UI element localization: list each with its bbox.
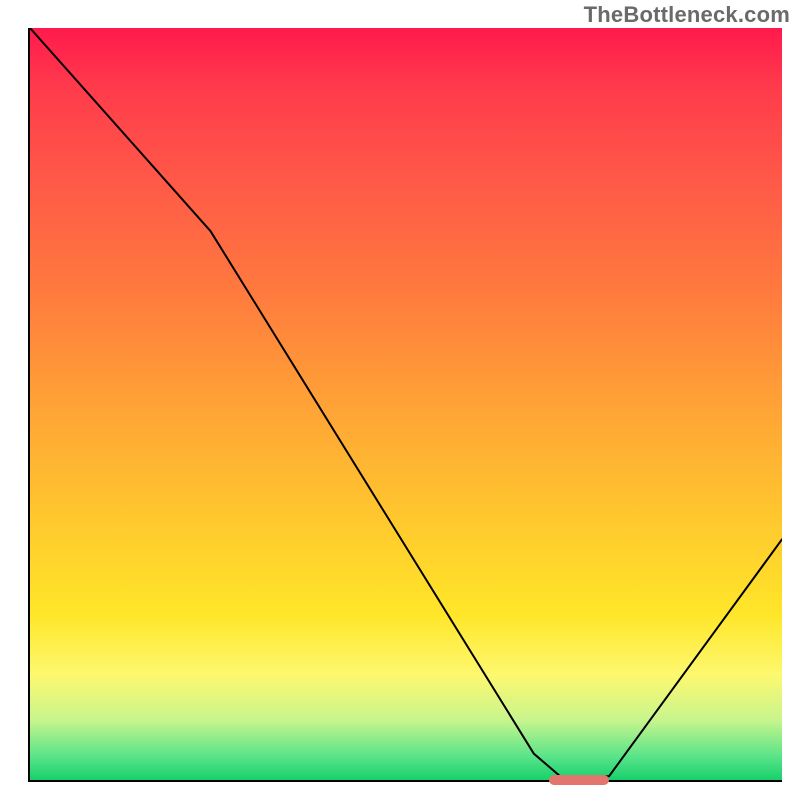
plot-area bbox=[28, 28, 782, 782]
attribution-watermark: TheBottleneck.com bbox=[584, 2, 790, 28]
chart-container: TheBottleneck.com bbox=[0, 0, 800, 800]
bottleneck-curve bbox=[30, 28, 782, 780]
optimal-range-marker bbox=[549, 775, 609, 785]
